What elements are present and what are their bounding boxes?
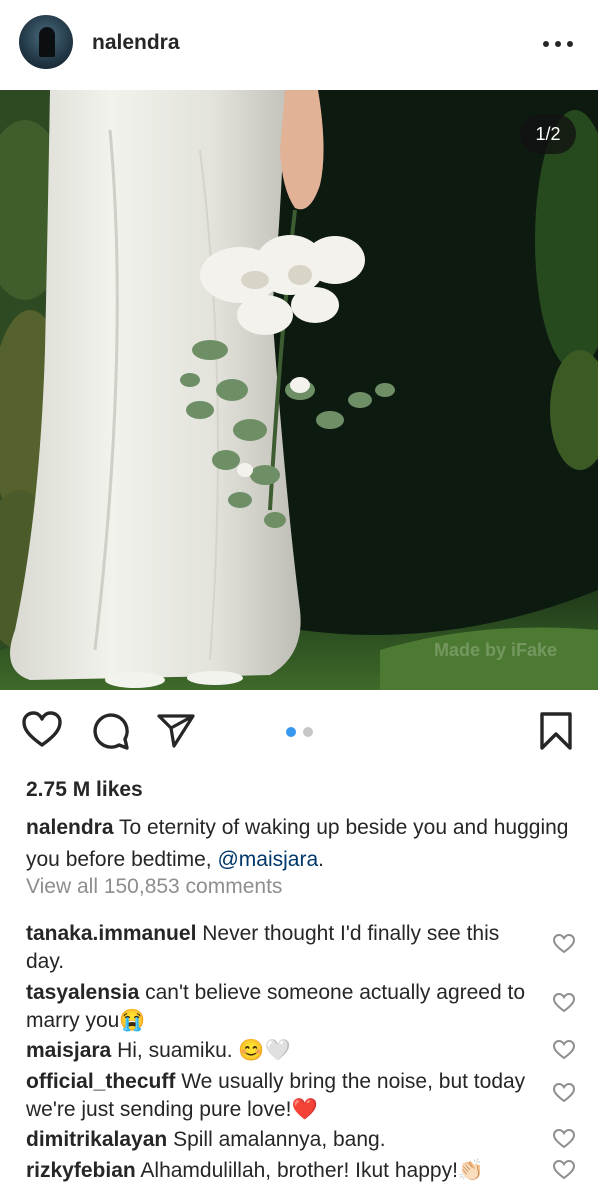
watermark: Made by iFake xyxy=(434,640,558,660)
avatar-figure xyxy=(39,27,55,57)
comment-item: maisjara Hi, suamiku. 😊🤍 xyxy=(26,1037,526,1065)
carousel-dot xyxy=(303,727,313,737)
comment-username[interactable]: tasyalensia xyxy=(26,981,139,1004)
comment-username[interactable]: dimitrikalayan xyxy=(26,1128,167,1151)
comment-username[interactable]: tanaka.immanuel xyxy=(26,922,196,945)
comment-text: Alhamdulillah, brother! Ikut happy!👏🏻 xyxy=(135,1159,485,1182)
post-username[interactable]: nalendra xyxy=(92,31,180,55)
wedding-photo-illustration xyxy=(0,90,598,690)
comment-username[interactable]: official_thecuff xyxy=(26,1070,175,1093)
likes-count[interactable]: 2.75 M likes xyxy=(26,778,143,802)
small-heart-icon[interactable] xyxy=(552,1039,576,1060)
post-header: nalendra xyxy=(0,0,598,90)
more-options-icon[interactable] xyxy=(538,28,578,58)
caption-mention[interactable]: @maisjara xyxy=(217,848,318,871)
small-heart-icon[interactable] xyxy=(552,1128,576,1149)
heart-icon[interactable] xyxy=(22,711,62,754)
comment-username[interactable]: maisjara xyxy=(26,1039,111,1062)
comment-text: Hi, suamiku. 😊🤍 xyxy=(111,1039,291,1062)
comment-item: official_thecuff We usually bring the no… xyxy=(26,1068,526,1124)
small-heart-icon[interactable] xyxy=(552,992,576,1013)
avatar[interactable] xyxy=(19,15,73,69)
comment-item: tanaka.immanuel Never thought I'd finall… xyxy=(26,920,526,976)
small-heart-icon[interactable] xyxy=(552,1159,576,1180)
comment-item: tasyalensia can't believe someone actual… xyxy=(26,979,526,1035)
comment-text: Spill amalannya, bang. xyxy=(167,1128,386,1151)
paper-plane-icon[interactable] xyxy=(157,713,195,754)
small-heart-icon[interactable] xyxy=(552,933,576,954)
view-all-comments-link[interactable]: View all 150,853 comments xyxy=(26,875,282,899)
caption-end: . xyxy=(318,848,324,871)
photo-counter: 1/2 xyxy=(520,114,576,154)
bookmark-icon[interactable] xyxy=(539,712,573,755)
small-heart-icon[interactable] xyxy=(552,1082,576,1103)
post-caption: nalendra To eternity of waking up beside… xyxy=(26,812,576,876)
post-photo[interactable] xyxy=(0,90,598,690)
comment-bubble-icon[interactable] xyxy=(90,711,130,756)
comment-item: rizkyfebian Alhamdulillah, brother! Ikut… xyxy=(26,1157,526,1185)
comment-item: dimitrikalayan Spill amalannya, bang. xyxy=(26,1126,526,1154)
caption-username[interactable]: nalendra xyxy=(26,816,114,839)
carousel-dot-active xyxy=(286,727,296,737)
comment-username[interactable]: rizkyfebian xyxy=(26,1159,136,1182)
